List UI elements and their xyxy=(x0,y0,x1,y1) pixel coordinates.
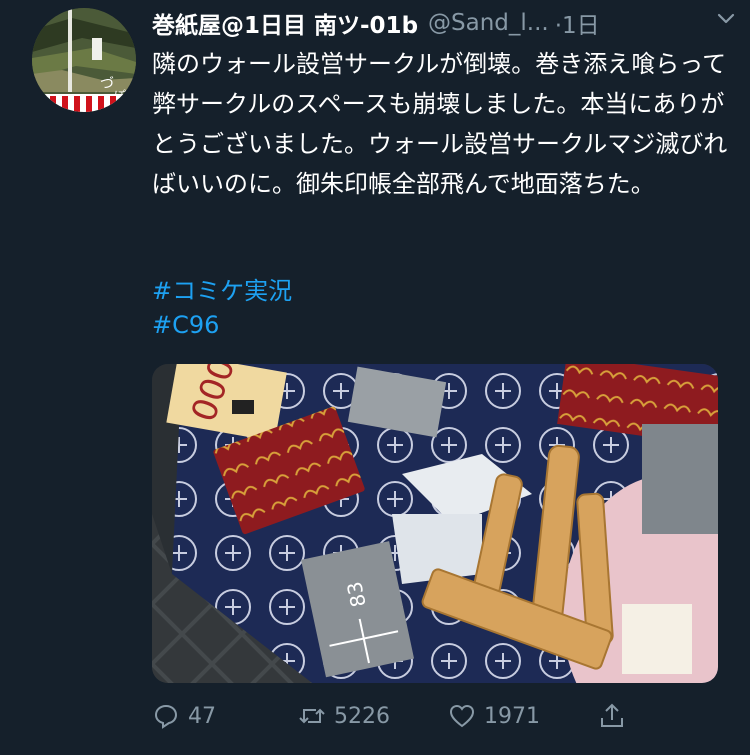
tweet-header: 巻紙屋@1日目 南ツ-01b @Sand_l... ·1日 xyxy=(152,6,732,40)
retweet-count: 5226 xyxy=(334,703,390,729)
like-count: 1971 xyxy=(484,703,540,729)
photo-image: 000 83 xyxy=(152,364,718,683)
avatar-image: づ ぽ xyxy=(32,8,136,112)
tweet-actions: 47 5226 1971 xyxy=(152,696,718,736)
heart-icon xyxy=(449,704,475,728)
tweet-photo[interactable]: 000 83 xyxy=(152,364,718,683)
timestamp[interactable]: ·1日 xyxy=(555,6,600,40)
retweet-icon xyxy=(299,708,325,724)
retweet-button[interactable]: 5226 xyxy=(298,702,390,730)
display-name[interactable]: 巻紙屋@1日目 南ツ-01b xyxy=(152,6,418,40)
share-button[interactable] xyxy=(598,702,626,730)
hashtag-link[interactable]: #C96 xyxy=(152,308,292,342)
reply-count: 47 xyxy=(188,703,216,729)
avatar[interactable]: づ ぽ xyxy=(32,8,136,112)
user-handle[interactable]: @Sand_l... xyxy=(428,10,549,36)
hashtag-link[interactable]: #コミケ実況 xyxy=(152,274,292,308)
svg-text:づ: づ xyxy=(100,76,114,92)
reply-button[interactable]: 47 xyxy=(152,702,216,730)
tweet-text: 隣のウォール設営サークルが倒壊。巻き添え喰らって弊サークルのスペースも崩壊しまし… xyxy=(152,50,728,198)
reply-icon xyxy=(154,704,178,729)
like-button[interactable]: 1971 xyxy=(448,702,540,730)
share-icon xyxy=(601,703,623,727)
chevron-down-icon[interactable] xyxy=(714,6,738,30)
hashtag-list: #コミケ実況 #C96 xyxy=(152,274,292,342)
